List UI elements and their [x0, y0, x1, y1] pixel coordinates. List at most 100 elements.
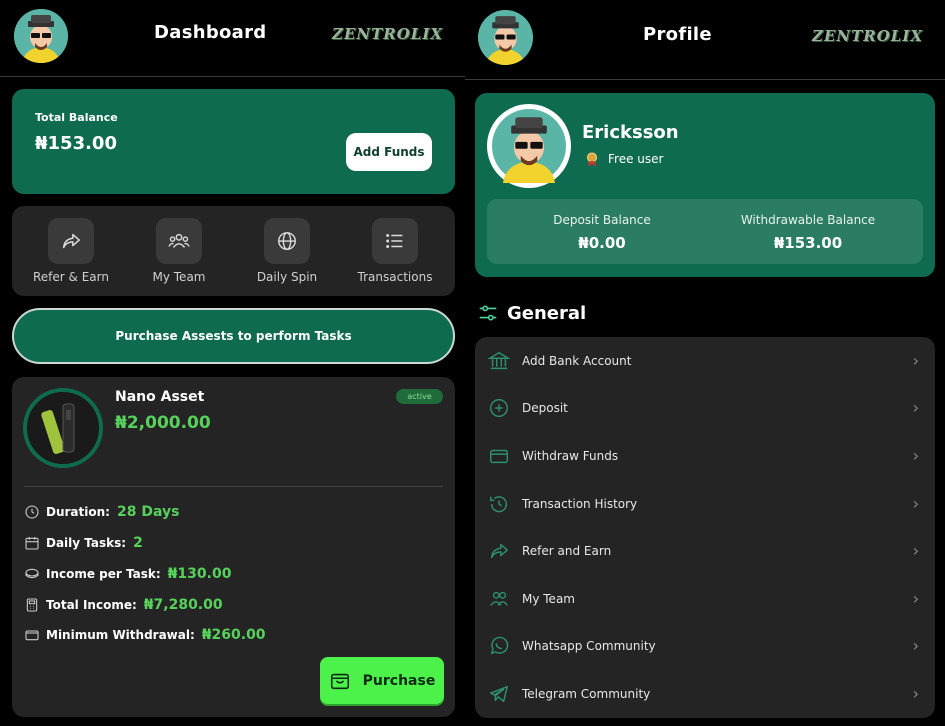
settings-menu: Add Bank Account › Deposit › Withdraw Fu… [475, 337, 935, 718]
team-icon [156, 218, 202, 264]
action-daily-spin[interactable]: Daily Spin [239, 218, 335, 284]
menu-item-label: Transaction History [522, 496, 638, 511]
balance-card: Total Balance ₦153.00 Add Funds [12, 89, 455, 194]
chevron-right-icon: › [912, 494, 919, 513]
stat-value: ₦130.00 [167, 566, 232, 582]
menu-item-refer-and-earn[interactable]: Refer and Earn › [475, 527, 935, 574]
profile-card: Ericksson Free user Deposit Balance ₦0.0… [475, 93, 935, 277]
bank-icon [487, 349, 511, 373]
menu-item-label: Refer and Earn [522, 543, 612, 558]
sliders-icon [477, 302, 499, 324]
menu-item-add-bank-account[interactable]: Add Bank Account › [475, 337, 935, 384]
stat-value: ₦260.00 [201, 627, 266, 643]
stat-value: 28 Days [116, 504, 180, 520]
profile-header: Profile ZENTROLIX [465, 0, 945, 76]
stat-value: ₦7,280.00 [143, 597, 223, 613]
list-icon [372, 218, 418, 264]
withdrawable-balance-value: ₦153.00 [773, 234, 843, 252]
action-refer-earn[interactable]: Refer & Earn [23, 218, 119, 284]
balance-label: Total Balance [35, 111, 118, 124]
shopping-bag-icon [329, 670, 351, 692]
calculator-icon [24, 597, 40, 613]
history-icon [487, 492, 511, 516]
menu-item-label: Whatsapp Community [522, 638, 656, 653]
stat-label: Total Income: [46, 598, 137, 612]
chevron-right-icon: › [912, 541, 919, 560]
stat-minimum-withdrawal: Minimum Withdrawal: ₦260.00 [24, 627, 266, 643]
header-divider [0, 76, 465, 77]
stat-label: Minimum Withdrawal: [46, 628, 195, 642]
asset-price: ₦2,000.00 [115, 413, 211, 433]
plus-circle-icon [487, 396, 511, 420]
brand-logo: ZENTROLIX [332, 25, 443, 43]
stat-label: Duration: [46, 505, 110, 519]
team-icon [487, 587, 511, 611]
header-divider [465, 79, 945, 80]
chevron-right-icon: › [912, 636, 919, 655]
stat-label: Income per Task: [46, 567, 161, 581]
status-badge: active [396, 389, 443, 404]
globe-icon [264, 218, 310, 264]
chevron-right-icon: › [912, 446, 919, 465]
asset-image [23, 388, 103, 468]
action-label: Refer & Earn [33, 270, 109, 284]
card-icon [487, 444, 511, 468]
section-general: General [477, 302, 586, 324]
menu-item-label: Withdraw Funds [522, 448, 619, 463]
asset-divider [24, 486, 443, 487]
purchase-button[interactable]: Purchase [320, 657, 444, 704]
chevron-right-icon: › [912, 684, 919, 703]
profile-name: Ericksson [582, 122, 679, 143]
deposit-balance-value: ₦0.00 [578, 234, 626, 252]
chevron-right-icon: › [912, 589, 919, 608]
medal-icon [583, 150, 601, 168]
stat-label: Daily Tasks: [46, 536, 127, 550]
menu-item-label: Add Bank Account [522, 353, 632, 368]
menu-item-deposit[interactable]: Deposit › [475, 384, 935, 431]
purchase-assets-banner[interactable]: Purchase Assests to perform Tasks [12, 308, 455, 364]
share-icon [48, 218, 94, 264]
chevron-right-icon: › [912, 398, 919, 417]
add-funds-button[interactable]: Add Funds [346, 133, 432, 171]
balance-amount: ₦153.00 [35, 133, 117, 154]
menu-item-label: My Team [522, 591, 575, 606]
chevron-right-icon: › [912, 351, 919, 370]
whatsapp-icon [487, 634, 511, 658]
menu-item-my-team[interactable]: My Team › [475, 575, 935, 622]
stat-value: 2 [133, 535, 143, 551]
dashboard-header: Dashboard ZENTROLIX [0, 0, 465, 76]
user-role: Free user [583, 150, 663, 168]
withdrawable-balance-label: Withdrawable Balance [740, 213, 876, 227]
profile-avatar [487, 104, 571, 188]
deposit-balance-label: Deposit Balance [553, 213, 651, 227]
stat-duration: Duration: 28 Days [24, 504, 179, 520]
calendar-icon [24, 535, 40, 551]
menu-item-label: Telegram Community [522, 686, 651, 701]
action-label: Daily Spin [256, 270, 318, 284]
share-icon [487, 539, 511, 563]
stat-income-per-task: Income per Task: ₦130.00 [24, 566, 231, 582]
menu-item-transaction-history[interactable]: Transaction History › [475, 480, 935, 527]
avatar[interactable] [478, 10, 533, 65]
page-title: Profile [643, 24, 712, 45]
telegram-icon [487, 682, 511, 706]
avatar-illustration [14, 9, 68, 63]
menu-item-telegram-community[interactable]: Telegram Community › [475, 670, 935, 717]
coin-icon [24, 566, 40, 582]
wallet-icon [24, 627, 40, 643]
avatar[interactable] [14, 9, 68, 63]
menu-item-withdraw-funds[interactable]: Withdraw Funds › [475, 432, 935, 479]
clock-icon [24, 504, 40, 520]
brand-logo: ZENTROLIX [812, 27, 923, 45]
stat-daily-tasks: Daily Tasks: 2 [24, 535, 143, 551]
action-transactions[interactable]: Transactions [347, 218, 443, 284]
role-label: Free user [608, 152, 664, 166]
balance-summary: Deposit Balance ₦0.00 Withdrawable Balan… [487, 199, 923, 264]
page-title: Dashboard [154, 22, 267, 43]
menu-item-whatsapp-community[interactable]: Whatsapp Community › [475, 622, 935, 669]
stat-total-income: Total Income: ₦7,280.00 [24, 597, 223, 613]
asset-name: Nano Asset [115, 389, 205, 405]
purchase-label: Purchase [362, 672, 436, 689]
avatar-illustration [478, 10, 533, 65]
action-my-team[interactable]: My Team [131, 218, 227, 284]
